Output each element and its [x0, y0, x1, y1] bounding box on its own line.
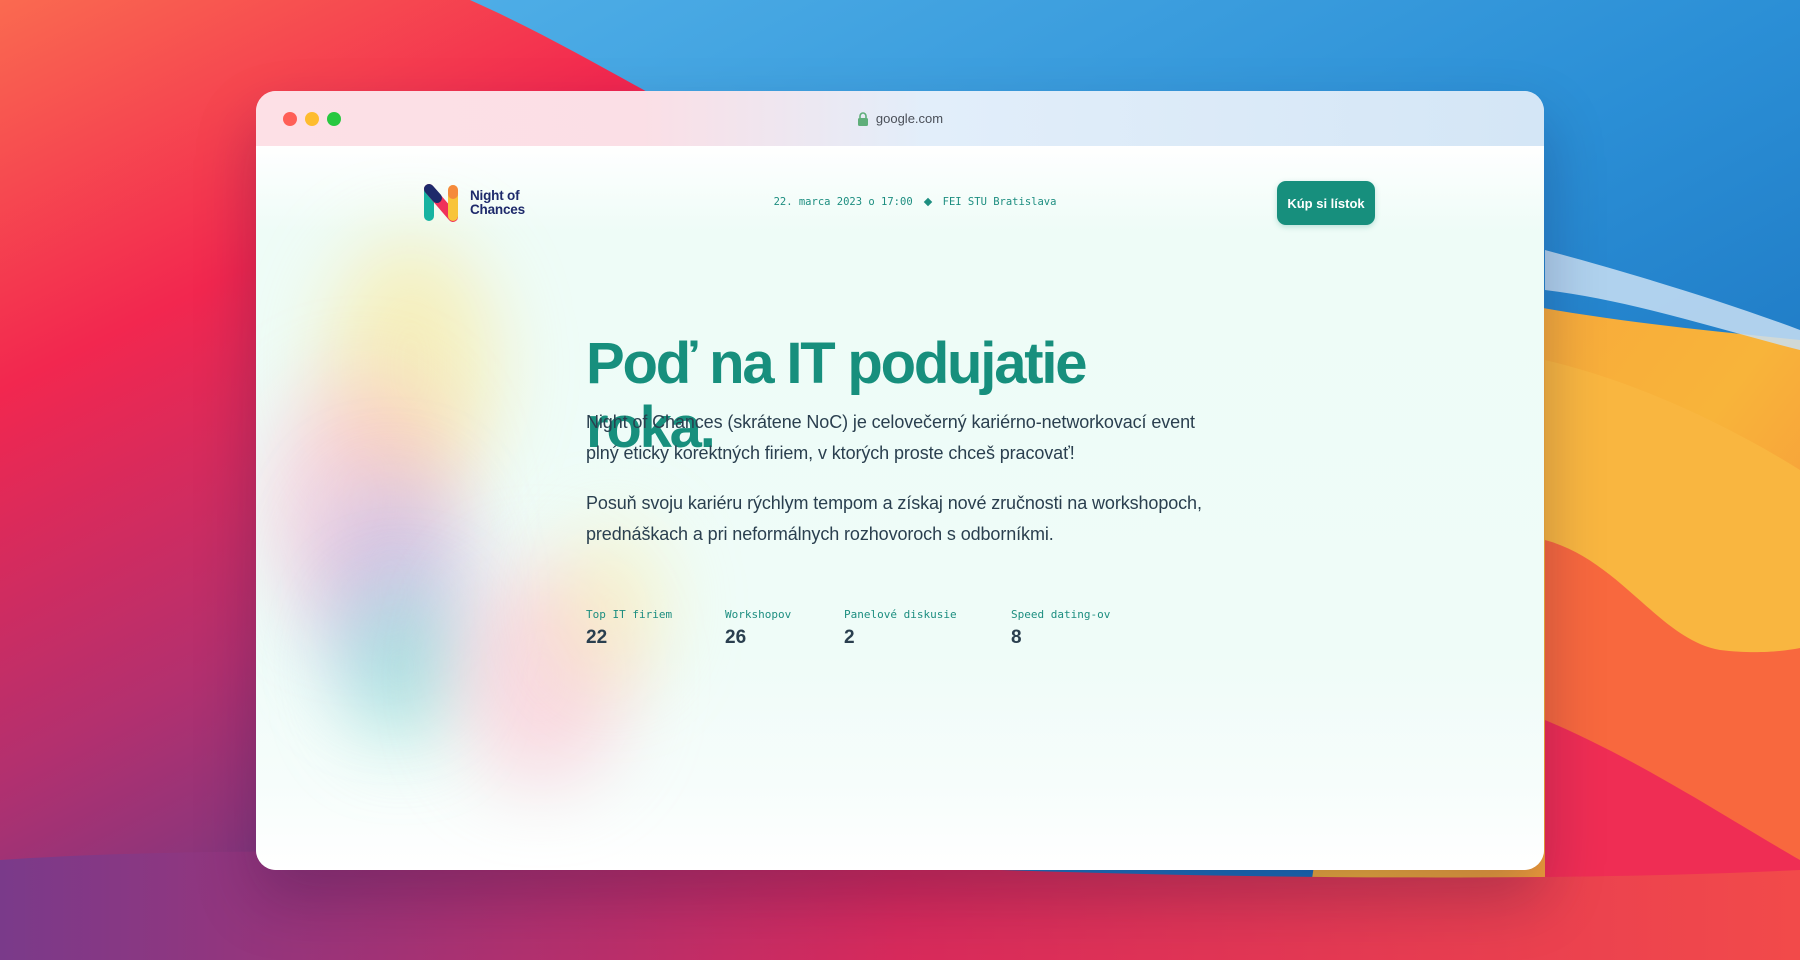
- stat-value: 2: [844, 627, 855, 648]
- hero-paragraph-2: Posuň svoju kariéru rýchlym tempom a zís…: [586, 493, 1202, 544]
- address-bar[interactable]: google.com: [256, 91, 1544, 146]
- browser-titlebar: google.com: [256, 91, 1544, 146]
- stat-label: Speed dating-ov: [1011, 608, 1111, 621]
- event-place: FEI STU Bratislava: [942, 196, 1057, 208]
- stat-top-it-firiem: Top IT firiem 22: [586, 608, 672, 649]
- stat-panelove-diskusie: Panelové diskusie 2: [844, 608, 957, 649]
- stat-value: 26: [725, 627, 747, 648]
- stat-label: Workshopov: [725, 608, 792, 621]
- browser-window: google.com Night of Chances 22. marca 20…: [256, 91, 1544, 870]
- lock-icon: [857, 111, 868, 126]
- url-text: google.com: [875, 111, 944, 126]
- decorative-blob-yellow-small: [556, 526, 666, 686]
- stat-label: Panelové diskusie: [844, 608, 957, 621]
- stat-value: 8: [1011, 627, 1022, 648]
- stat-value: 22: [586, 627, 608, 648]
- stat-speed-dating: Speed dating-ov 8: [1011, 608, 1110, 649]
- event-date: 22. marca 2023 o 17:00: [773, 196, 913, 208]
- buy-ticket-button[interactable]: Kúp si lístok: [1277, 181, 1375, 225]
- page-viewport: Night of Chances 22. marca 2023 o 17:00 …: [256, 146, 1544, 870]
- hero-paragraph-1: Night of Chances (skrátene NoC) je celov…: [586, 412, 1195, 463]
- diamond-icon: [923, 197, 932, 207]
- stat-label: Top IT firiem: [586, 608, 673, 621]
- decorative-blob-teal: [346, 586, 456, 746]
- stat-workshopov: Workshopov 26: [725, 608, 791, 649]
